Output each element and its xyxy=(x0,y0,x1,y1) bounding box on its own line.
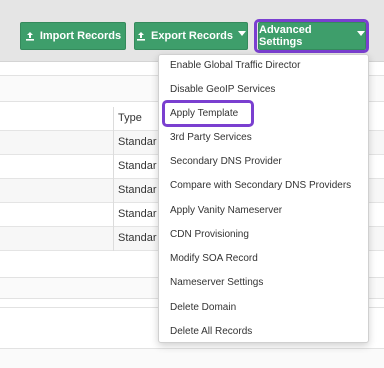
type-cell: Standar xyxy=(118,136,157,148)
table-cell xyxy=(0,155,114,179)
chevron-down-icon xyxy=(357,30,365,36)
type-cell: Standar xyxy=(118,232,157,244)
table-cell xyxy=(0,131,114,155)
type-cell: Standar xyxy=(118,208,157,220)
table-cell xyxy=(0,203,114,227)
table-cell xyxy=(0,227,114,251)
panel-section xyxy=(0,348,384,368)
menu-item-3rd-party-services[interactable]: 3rd Party Services xyxy=(170,130,252,146)
type-cell: Standar xyxy=(118,184,157,196)
menu-item-delete-all-records[interactable]: Delete All Records xyxy=(170,324,252,340)
chevron-down-icon xyxy=(237,30,246,36)
advanced-settings-button[interactable]: Advanced Settings xyxy=(258,22,366,50)
menu-item-secondary-dns-provider[interactable]: Secondary DNS Provider xyxy=(170,154,282,170)
menu-item-cdn-provisioning[interactable]: CDN Provisioning xyxy=(170,227,249,243)
menu-item-compare-secondary-dns[interactable]: Compare with Secondary DNS Providers xyxy=(170,178,351,194)
menu-item-apply-template[interactable]: Apply Template xyxy=(170,106,238,122)
advanced-settings-label: Advanced Settings xyxy=(259,24,312,48)
export-records-label: Export Records xyxy=(151,30,233,42)
menu-item-delete-domain[interactable]: Delete Domain xyxy=(170,300,236,316)
upload-icon xyxy=(25,31,35,41)
menu-item-modify-soa-record[interactable]: Modify SOA Record xyxy=(170,251,258,267)
menu-item-disable-geoip-services[interactable]: Disable GeoIP Services xyxy=(170,82,275,98)
menu-item-nameserver-settings[interactable]: Nameserver Settings xyxy=(170,275,263,291)
type-column-header: Type xyxy=(118,112,142,124)
menu-item-enable-global-traffic-director[interactable]: Enable Global Traffic Director xyxy=(170,58,300,74)
type-cell: Standar xyxy=(118,160,157,172)
table-cell xyxy=(0,179,114,203)
import-records-label: Import Records xyxy=(39,30,122,42)
toolbar: Import Records Export Records Advanced S… xyxy=(0,0,384,62)
import-records-button[interactable]: Import Records xyxy=(20,22,126,50)
export-icon xyxy=(136,31,146,41)
export-records-button[interactable]: Export Records xyxy=(134,22,248,50)
advanced-settings-menu: Enable Global Traffic Director Disable G… xyxy=(158,54,369,343)
menu-item-apply-vanity-nameserver[interactable]: Apply Vanity Nameserver xyxy=(170,203,282,219)
table-cell xyxy=(0,107,114,131)
